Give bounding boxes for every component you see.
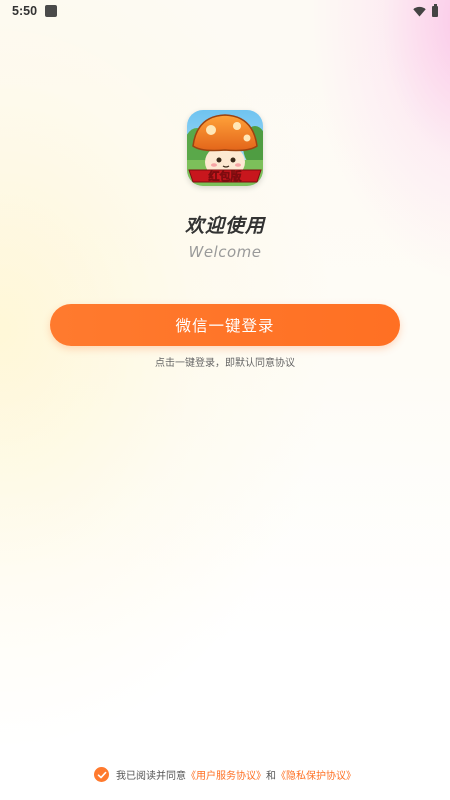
status-bar: 5:50 (0, 0, 450, 22)
welcome-subtitle: Welcome (188, 243, 262, 261)
battery-icon (432, 3, 438, 17)
logo-banner-text: 红包版 (209, 169, 242, 183)
wechat-login-button[interactable]: 微信一键登录 (50, 304, 400, 346)
user-agreement-link[interactable]: 《用户服务协议》 (186, 767, 266, 782)
wifi-icon (413, 6, 426, 16)
notification-icon (45, 5, 58, 17)
agree-checkbox[interactable] (94, 767, 109, 782)
agreement-joiner: 和 (266, 771, 276, 782)
status-right (413, 3, 438, 17)
privacy-policy-link[interactable]: 《隐私保护协议》 (276, 767, 356, 782)
status-time: 5:50 (12, 4, 38, 18)
agreement-row: 我已阅读并同意 《用户服务协议》 和 《隐私保护协议》 (0, 767, 450, 782)
agreement-prefix: 我已阅读并同意 (116, 771, 186, 782)
login-hint: 点击一键登录，即默认同意协议 (155, 358, 295, 369)
app-logo: 红包版 (187, 110, 263, 186)
mushroom-game-logo-icon: 红包版 (187, 110, 263, 186)
welcome-title: 欢迎使用 (184, 215, 265, 237)
check-icon (97, 771, 106, 778)
